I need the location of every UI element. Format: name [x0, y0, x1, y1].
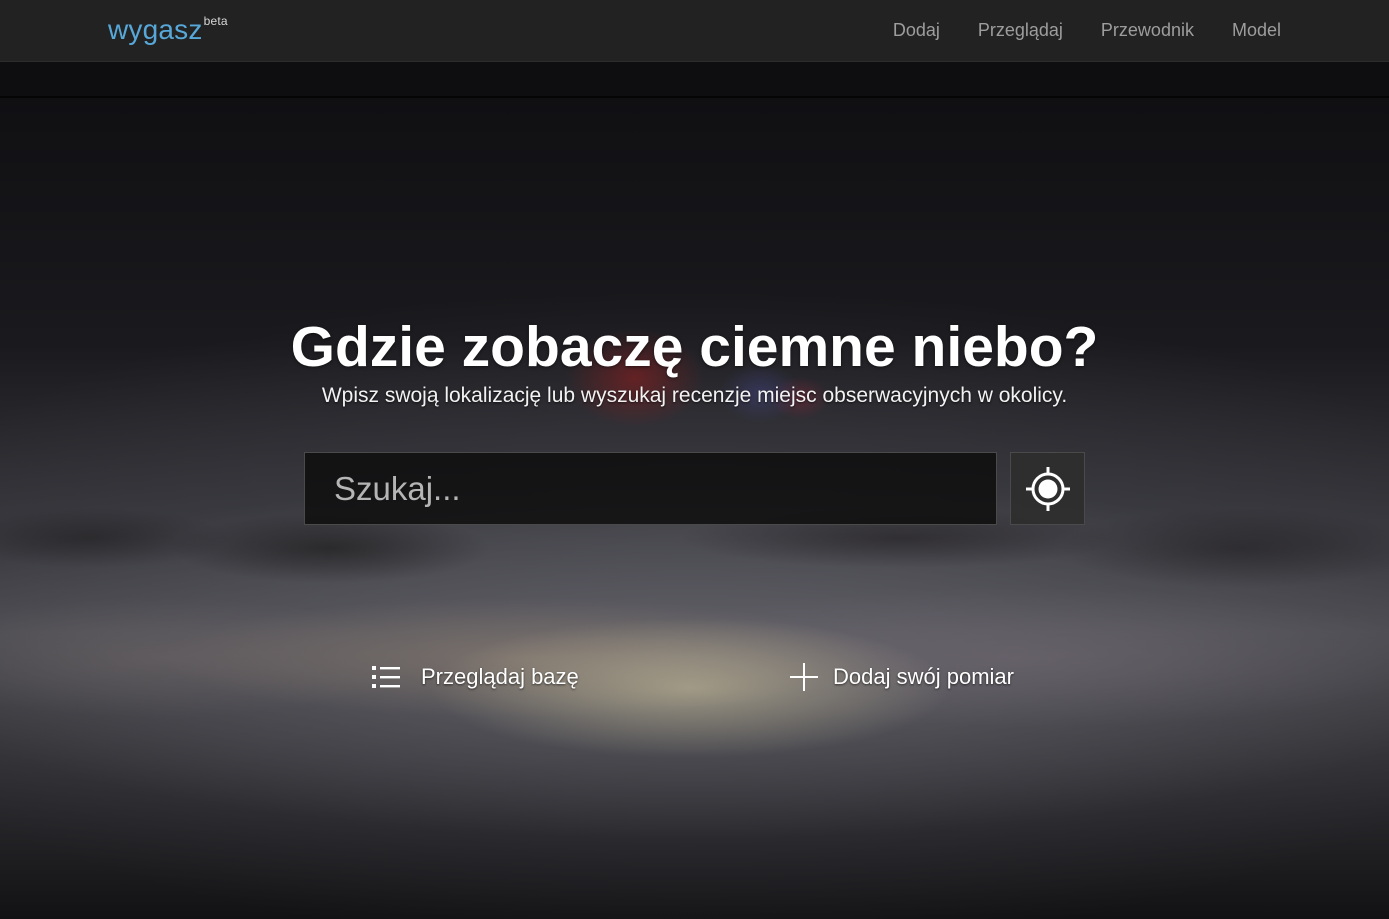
nav-item-przegladaj[interactable]: Przeglądaj	[978, 0, 1063, 61]
nav-item-dodaj[interactable]: Dodaj	[893, 0, 940, 61]
browse-database-link[interactable]: Przeglądaj bazę	[372, 656, 579, 698]
brand-logo[interactable]: wygaszbeta	[108, 13, 228, 52]
nav-item-model[interactable]: Model	[1232, 0, 1281, 61]
navbar: wygaszbeta Dodaj Przeglądaj Przewodnik M…	[0, 0, 1389, 62]
header-band	[0, 62, 1389, 98]
page-subtitle: Wpisz swoją lokalizację lub wyszukaj rec…	[321, 384, 1068, 407]
main-nav: Dodaj Przeglądaj Przewodnik Model	[855, 0, 1281, 61]
list-icon	[372, 665, 400, 689]
add-measurement-label: Dodaj swój pomiar	[833, 664, 1014, 689]
plus-icon	[790, 663, 818, 691]
nav-item-przewodnik[interactable]: Przewodnik	[1101, 0, 1194, 61]
crosshair-icon	[1025, 466, 1071, 512]
search-input[interactable]	[304, 452, 997, 525]
brand-name: wygasz	[108, 14, 203, 45]
brand-beta-tag: beta	[203, 14, 228, 28]
browse-database-label: Przeglądaj bazę	[421, 664, 579, 689]
page-title: Gdzie zobaczę ciemne niebo?	[290, 315, 1099, 379]
locate-me-button[interactable]	[1010, 452, 1085, 525]
add-measurement-link[interactable]: Dodaj swój pomiar	[790, 656, 1014, 698]
